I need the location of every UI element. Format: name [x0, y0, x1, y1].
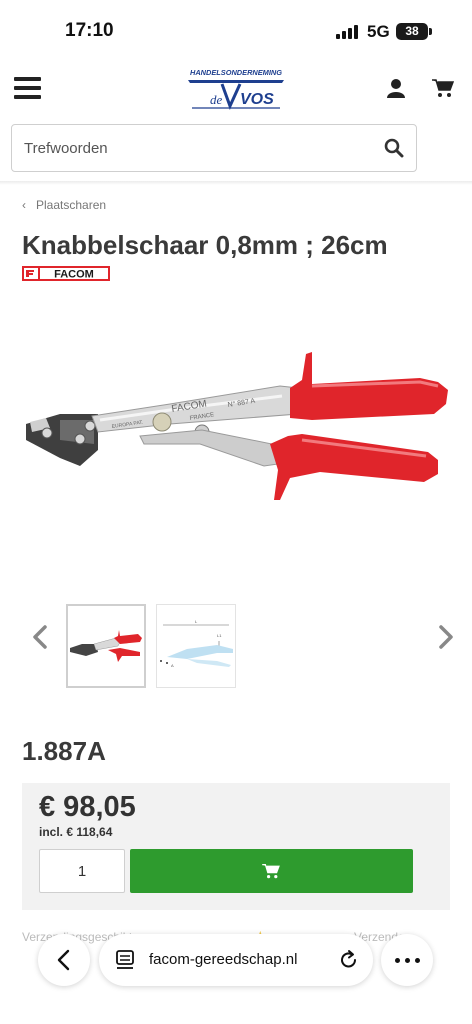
- logo-de-text: de: [210, 92, 223, 107]
- thumbnail-dimension-drawing: L L1 A: [160, 619, 233, 668]
- status-bar: 17:10 5G 38: [0, 0, 472, 60]
- gallery-thumbnail-1[interactable]: [66, 604, 146, 688]
- product-image[interactable]: FACOM FRANCE N° 887 A EUROPA PAT.: [20, 340, 452, 510]
- reload-icon[interactable]: [338, 949, 360, 971]
- search-bar: [11, 124, 417, 172]
- product-sku: 1.887A: [22, 736, 106, 766]
- back-arrow-icon: [57, 949, 70, 971]
- address-bar[interactable]: facom-gereedschap.nl: [99, 934, 373, 986]
- browser-toolbar: facom-gereedschap.nl: [0, 920, 472, 1024]
- dim-label-l: L: [195, 619, 198, 624]
- menu-icon[interactable]: [14, 77, 41, 100]
- user-icon[interactable]: [386, 78, 406, 98]
- url-text: facom-gereedschap.nl: [149, 951, 298, 968]
- add-to-cart-button[interactable]: [130, 849, 413, 893]
- breadcrumb[interactable]: ‹ Plaatscharen: [22, 198, 106, 212]
- page-settings-icon[interactable]: [115, 949, 135, 971]
- battery-cap: [429, 28, 432, 35]
- brand-logo[interactable]: FACOM: [22, 266, 110, 281]
- site-header: HANDELSONDERNEMING de VOS: [0, 60, 472, 120]
- price-incl-vat: incl. € 118,64: [39, 825, 113, 839]
- gallery-thumbnail-2[interactable]: L L1 A: [156, 604, 236, 688]
- quantity-input[interactable]: [39, 849, 125, 893]
- chevron-left-icon[interactable]: [30, 624, 52, 650]
- signal-icon: [336, 25, 358, 39]
- logo-name-text: VOS: [240, 91, 274, 108]
- thumbnail-pliers-image: [70, 630, 142, 662]
- status-time: 17:10: [65, 20, 114, 41]
- product-title: Knabbelschaar 0,8mm ; 26cm: [22, 230, 388, 260]
- brand-logo-text: FACOM: [54, 269, 94, 281]
- price-box: € 98,05 incl. € 118,64: [22, 783, 450, 910]
- cart-icon: [262, 864, 280, 879]
- search-input[interactable]: [24, 125, 364, 171]
- network-label: 5G: [367, 22, 390, 41]
- battery-icon: 38: [396, 23, 428, 40]
- dim-label-l1: L1: [217, 633, 222, 638]
- dim-label-a: A: [171, 663, 174, 668]
- chevron-left-icon: ‹: [22, 198, 26, 212]
- cart-icon[interactable]: [432, 78, 454, 98]
- more-options-button[interactable]: [381, 934, 433, 986]
- breadcrumb-link[interactable]: Plaatscharen: [36, 198, 106, 212]
- logo-top-text: HANDELSONDERNEMING: [190, 68, 282, 77]
- browser-back-button[interactable]: [38, 934, 90, 986]
- search-icon[interactable]: [384, 138, 404, 158]
- chevron-right-icon[interactable]: [434, 624, 456, 650]
- header-divider: [0, 181, 472, 185]
- site-logo[interactable]: HANDELSONDERNEMING de VOS: [184, 66, 288, 112]
- price: € 98,05: [39, 791, 136, 823]
